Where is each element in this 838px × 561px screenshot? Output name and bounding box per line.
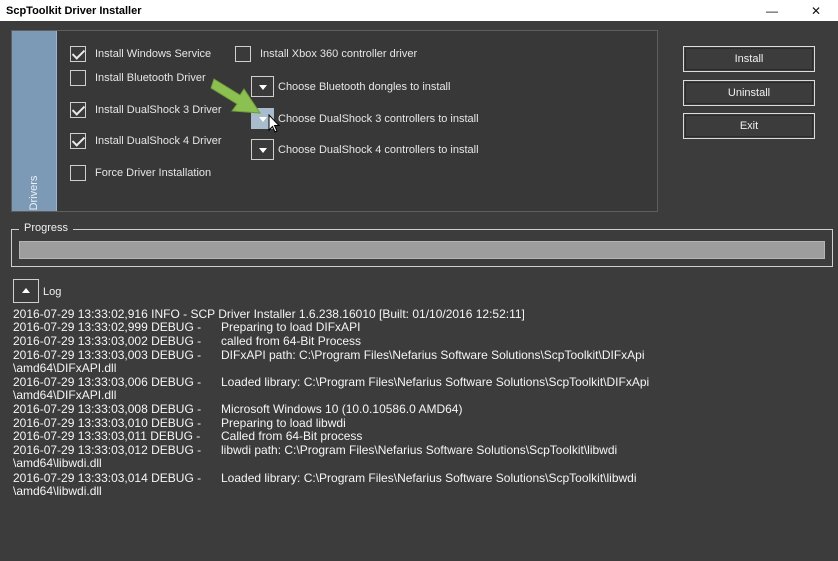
option-dualshock4-driver[interactable]: Install DualShock 4 Driver bbox=[70, 133, 222, 149]
log-message: Microsoft Windows 10 (10.0.10586.0 AMD64… bbox=[221, 402, 463, 416]
bluetooth-driver-checkbox[interactable] bbox=[70, 70, 86, 86]
drivers-tab[interactable]: Drivers bbox=[12, 31, 57, 211]
dualshock3-controllers-dropdown-label: Choose DualShock 3 controllers to instal… bbox=[278, 112, 479, 125]
uninstall-button[interactable]: Uninstall bbox=[683, 80, 815, 106]
log-entry-header: 2016-07-29 13:33:02,916 INFO - SCP Drive… bbox=[13, 307, 525, 321]
bluetooth-dongles-dropdown-label: Choose Bluetooth dongles to install bbox=[278, 80, 451, 93]
dropdown-dualshock3-controllers[interactable]: Choose DualShock 3 controllers to instal… bbox=[251, 108, 479, 129]
bluetooth-driver-label: Install Bluetooth Driver bbox=[95, 72, 206, 84]
progress-group: Progress bbox=[11, 222, 833, 267]
log-message: Loaded library: C:\Program Files\Nefariu… bbox=[221, 375, 650, 389]
log-collapse-button[interactable] bbox=[13, 279, 39, 303]
log-timestamp: 2016-07-29 13:33:03,002 DEBUG - bbox=[13, 334, 202, 348]
xbox360-driver-checkbox[interactable] bbox=[235, 46, 251, 62]
force-installation-label: Force Driver Installation bbox=[95, 167, 212, 179]
option-bluetooth-driver[interactable]: Install Bluetooth Driver bbox=[70, 70, 206, 86]
dualshock4-controllers-dropdown-button[interactable] bbox=[251, 139, 274, 160]
log-continuation: \amd64\DIFxAPI.dll bbox=[13, 388, 117, 402]
log-message: Called from 64-Bit process bbox=[221, 429, 363, 443]
log-line: \amd64\DIFxAPI.dll bbox=[13, 362, 116, 375]
install-button[interactable]: Install bbox=[683, 46, 815, 72]
annotation-arrow-icon bbox=[210, 78, 261, 114]
close-icon: ✕ bbox=[810, 3, 822, 18]
log-line: \amd64\libwdi.dll bbox=[13, 457, 102, 470]
log-message: libwdi path: C:\Program Files\Nefarius S… bbox=[221, 443, 618, 457]
log-message: Loaded library: C:\Program Files\Nefariu… bbox=[221, 471, 637, 485]
windows-service-checkbox[interactable] bbox=[70, 46, 86, 62]
log-message: called from 64-Bit Process bbox=[221, 334, 362, 348]
dualshock4-driver-label: Install DualShock 4 Driver bbox=[95, 135, 222, 147]
drivers-tab-label: Drivers bbox=[28, 175, 40, 211]
log-line: 2016-07-29 13:33:03,002 DEBUG - called fr… bbox=[13, 335, 361, 348]
dualshock3-driver-checkbox[interactable] bbox=[70, 102, 86, 118]
option-windows-service[interactable]: Install Windows Service bbox=[70, 46, 211, 62]
log-timestamp: 2016-07-29 13:33:02,999 DEBUG - bbox=[13, 320, 202, 334]
dualshock4-driver-checkbox[interactable] bbox=[70, 133, 86, 149]
minimize-icon: — bbox=[766, 3, 778, 18]
windows-service-label: Install Windows Service bbox=[95, 48, 212, 60]
log-timestamp: 2016-07-29 13:33:03,008 DEBUG - bbox=[13, 402, 202, 416]
log-message: Preparing to load libwdi bbox=[221, 416, 346, 430]
log-message: Preparing to load DIFxAPI bbox=[221, 320, 361, 334]
minimize-button[interactable]: — bbox=[750, 0, 794, 21]
window-title: ScpToolkit Driver Installer bbox=[6, 4, 142, 17]
title-bar: ScpToolkit Driver Installer — ✕ bbox=[0, 0, 838, 21]
mouse-cursor-icon bbox=[268, 114, 280, 133]
dualshock3-driver-label: Install DualShock 3 Driver bbox=[95, 104, 222, 116]
xbox360-driver-label: Install Xbox 360 controller driver bbox=[260, 48, 418, 60]
log-line: \amd64\libwdi.dll bbox=[13, 485, 102, 498]
log-message: DIFxAPI path: C:\Program Files\Nefarius … bbox=[221, 348, 645, 362]
log-label: Log bbox=[43, 286, 62, 298]
log-line: 2016-07-29 13:33:02,999 DEBUG - Preparing… bbox=[13, 321, 360, 334]
dualshock4-controllers-dropdown-label: Choose DualShock 4 controllers to instal… bbox=[278, 143, 479, 156]
drivers-panel: Drivers Install Windows Service Install … bbox=[11, 30, 658, 212]
log-output: 2016-07-29 13:33:02,916 INFO - SCP Drive… bbox=[13, 306, 828, 546]
log-line: 2016-07-29 13:33:03,011 DEBUG - Called fr… bbox=[13, 430, 362, 443]
log-continuation: \amd64\libwdi.dll bbox=[13, 456, 102, 470]
option-dualshock3-driver[interactable]: Install DualShock 3 Driver bbox=[70, 102, 222, 118]
log-timestamp: 2016-07-29 13:33:03,011 DEBUG - bbox=[13, 429, 201, 443]
progress-label: Progress bbox=[19, 222, 74, 234]
dropdown-bluetooth-dongles[interactable]: Choose Bluetooth dongles to install bbox=[251, 76, 450, 97]
log-line: 2016-07-29 13:33:03,008 DEBUG - Microsoft… bbox=[13, 403, 462, 416]
log-continuation: \amd64\DIFxAPI.dll bbox=[13, 361, 117, 375]
progress-bar bbox=[19, 241, 825, 259]
log-line: \amd64\DIFxAPI.dll bbox=[13, 389, 116, 402]
dropdown-dualshock4-controllers[interactable]: Choose DualShock 4 controllers to instal… bbox=[251, 139, 479, 160]
option-xbox360-driver[interactable]: Install Xbox 360 controller driver bbox=[235, 46, 417, 62]
exit-button[interactable]: Exit bbox=[683, 113, 815, 139]
force-installation-checkbox[interactable] bbox=[70, 165, 86, 181]
option-force-installation[interactable]: Force Driver Installation bbox=[70, 165, 211, 181]
close-button[interactable]: ✕ bbox=[794, 0, 838, 21]
log-line: 2016-07-29 13:33:03,012 DEBUG - libwdi pa… bbox=[13, 444, 617, 457]
log-continuation: \amd64\libwdi.dll bbox=[13, 484, 102, 498]
log-line: 2016-07-29 13:33:03,014 DEBUG - Loaded li… bbox=[13, 472, 637, 485]
